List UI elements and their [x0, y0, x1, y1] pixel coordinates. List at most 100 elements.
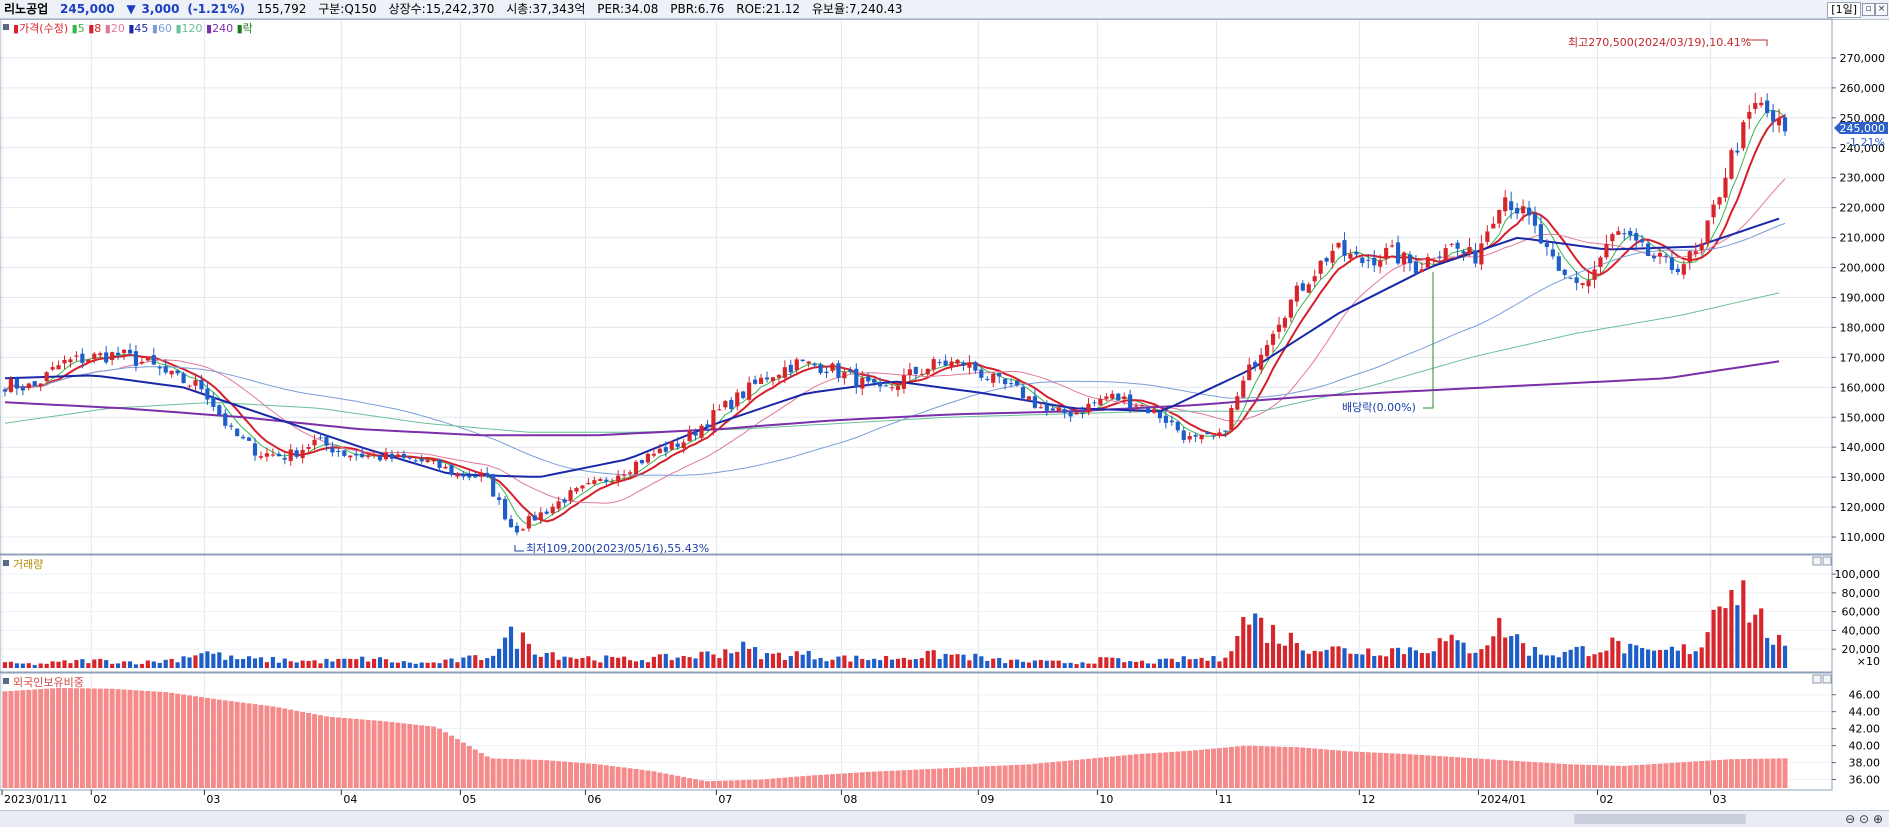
zoom-out-icon[interactable]: ⊖	[1845, 812, 1855, 826]
foreign-bar	[97, 688, 103, 788]
foreign-bar	[67, 688, 73, 788]
candle-body	[110, 352, 115, 361]
foreign-bar	[1764, 758, 1770, 788]
foreign-bar	[746, 779, 752, 788]
panel-menu-icon[interactable]	[3, 560, 9, 566]
foreign-bar	[1455, 757, 1461, 788]
volume-bar	[866, 660, 871, 668]
candle-body	[1074, 412, 1079, 415]
foreign-bar	[1252, 745, 1258, 788]
foreign-bar	[675, 775, 681, 788]
volume-bar	[1050, 660, 1055, 668]
volume-bar	[116, 663, 121, 668]
volume-bar	[38, 663, 43, 668]
volume-bar	[1407, 647, 1413, 668]
scroll-thumb[interactable]	[1574, 814, 1746, 824]
candle-body	[443, 466, 448, 469]
foreign-bar	[121, 689, 127, 788]
panel-maximize-icon[interactable]	[1812, 674, 1822, 684]
panel-maximize-icon[interactable]	[1812, 556, 1822, 566]
candle-body	[1604, 243, 1609, 258]
volume-bar	[1062, 663, 1067, 668]
foreign-bar	[1568, 764, 1574, 788]
candle-body	[1646, 243, 1651, 257]
candle-body	[806, 361, 811, 364]
foreign-bar	[1413, 754, 1419, 788]
volume-bar	[1253, 613, 1258, 668]
zoom-controls[interactable]: ⊖ ⊙ ⊕	[1845, 812, 1883, 826]
candle-body	[1324, 258, 1329, 262]
foreign-bar	[1633, 765, 1639, 788]
volume-bar	[967, 660, 972, 668]
panel-close-icon[interactable]	[1822, 556, 1832, 566]
foreign-bar	[1133, 754, 1139, 788]
volume-bar	[675, 657, 680, 668]
foreign-bar	[478, 752, 484, 788]
foreign-bar	[175, 693, 181, 788]
legend-item: 8	[94, 22, 101, 35]
volume-bar	[1532, 647, 1538, 668]
foreign-bar	[103, 688, 109, 788]
volume-axis: 20,00040,00060,00080,000100,000	[1832, 568, 1880, 656]
foreign-bar	[1645, 764, 1651, 788]
foreign-bar	[1145, 753, 1151, 788]
candle-body	[235, 428, 240, 437]
volume-bar	[1229, 651, 1234, 668]
candle-body	[336, 450, 341, 452]
volume-bar	[925, 650, 930, 668]
zoom-in-icon[interactable]: ⊕	[1873, 812, 1883, 826]
candle-body	[1026, 396, 1032, 400]
stock-chart[interactable]: 110,000 120,000 130,000 140,000 150,000 160,0…	[0, 0, 1889, 810]
volume-bar	[997, 658, 1002, 668]
date-tick-label: 02	[93, 793, 107, 806]
candle-body	[473, 475, 478, 478]
volume-bar	[1776, 634, 1782, 668]
foreign-bar	[270, 706, 276, 788]
candle-body	[1354, 252, 1359, 255]
volume-bar	[1628, 643, 1633, 668]
volume-bar	[1264, 642, 1270, 668]
zoom-reset-icon[interactable]: ⊙	[1859, 812, 1869, 826]
volume-bar	[788, 656, 793, 668]
panel-close-icon[interactable]	[1822, 674, 1832, 684]
candle-body	[139, 361, 144, 364]
candle-body	[205, 388, 210, 400]
candle-body	[538, 512, 543, 520]
volume-bar	[193, 655, 198, 668]
volume-bar	[693, 658, 698, 668]
volume-bar	[741, 641, 746, 668]
chart-scrollbar[interactable]: ⊖ ⊙ ⊕	[0, 810, 1889, 827]
foreign-bar	[288, 709, 294, 788]
volume-tick-label: 100,000	[1835, 568, 1881, 581]
foreign-bar	[1675, 762, 1681, 788]
volume-bar	[282, 658, 287, 668]
candle-body	[145, 357, 150, 361]
price-tick-label: 120,000	[1840, 501, 1886, 514]
legend-item: 20	[111, 22, 125, 35]
foreign-bar	[449, 735, 454, 788]
foreign-bar	[389, 722, 395, 788]
grid-lines	[0, 19, 1832, 790]
foreign-bar	[1002, 765, 1008, 788]
candle-body	[1491, 223, 1496, 229]
panel-menu-icon[interactable]	[3, 24, 9, 30]
foreign-bar	[1443, 756, 1449, 788]
volume-bar	[1098, 657, 1103, 668]
foreign-bar	[990, 765, 996, 788]
foreign-bar	[222, 700, 228, 788]
candle-body	[50, 367, 55, 370]
candle-body	[1497, 210, 1502, 224]
foreign-bar	[1425, 755, 1431, 788]
date-tick-label: 10	[1099, 793, 1113, 806]
volume-bar	[1526, 655, 1532, 668]
volume-bar	[1491, 636, 1496, 668]
candle-body	[479, 473, 484, 477]
candle-body	[1407, 254, 1413, 264]
candle-body	[1241, 380, 1246, 398]
volume-bar	[1151, 663, 1157, 668]
volume-bar	[1401, 654, 1407, 668]
foreign-bar	[901, 770, 907, 788]
volume-bar	[1461, 642, 1466, 668]
panel-menu-icon[interactable]	[3, 678, 9, 684]
candle-body	[1640, 239, 1645, 243]
